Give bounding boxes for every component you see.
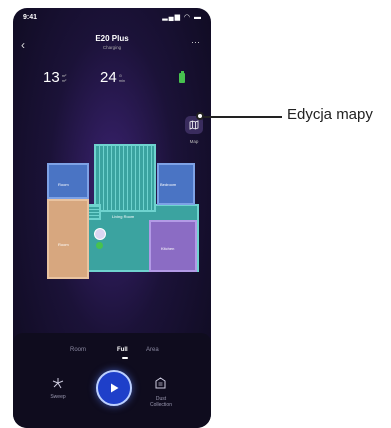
sweep-button[interactable]: [52, 376, 64, 394]
room-left-bottom[interactable]: [47, 199, 89, 279]
bedroom-label: Bedroom: [160, 182, 177, 187]
room-left-top-label: Room: [58, 182, 69, 187]
room-living-room-upper[interactable]: [94, 144, 156, 212]
robot-icon: [94, 228, 106, 240]
area-value: 13: [43, 69, 60, 86]
time-value: 24: [100, 69, 117, 86]
callout-marker: [196, 112, 204, 120]
status-time: 9:41: [23, 14, 38, 21]
room-left-top[interactable]: [47, 163, 89, 199]
map-icon: [189, 120, 199, 130]
dust-bin-icon: [155, 377, 166, 389]
more-menu-button[interactable]: ···: [191, 37, 200, 47]
device-title: E20 Plus: [95, 34, 129, 43]
play-icon: [111, 383, 119, 393]
battery-icon: [179, 71, 185, 83]
sweep-label: Sweep: [50, 394, 66, 400]
dust-label-2: Collection: [150, 402, 172, 408]
room-left-bottom-label: Room: [58, 242, 69, 247]
time-unit: min: [118, 78, 126, 83]
floor-map[interactable]: Living Room Room Room Bedroom Kitchen: [33, 141, 199, 281]
active-mode-indicator: [122, 357, 128, 359]
kitchen-label: Kitchen: [161, 246, 175, 251]
mode-tab-area[interactable]: Area: [146, 347, 159, 353]
dust-collection-button[interactable]: [155, 376, 166, 394]
device-status: Charging: [102, 45, 122, 50]
sweep-icon: [52, 378, 64, 389]
status-bar: 9:41 ▂▄▆ ◠ ▬: [13, 8, 211, 28]
signal-wifi-battery-icon: ▂▄▆ ◠ ▬: [162, 14, 202, 21]
start-cleaning-button[interactable]: [96, 370, 132, 406]
living-room-label: Living Room: [112, 214, 135, 219]
dock-icon: [96, 242, 103, 249]
area-unit-2: m²: [61, 78, 67, 83]
mode-tab-room[interactable]: Room: [70, 347, 86, 353]
mode-tab-full[interactable]: Full: [117, 347, 128, 353]
area-stat: 13 m² m²: [43, 69, 66, 86]
callout-text: Edycja mapy: [287, 106, 373, 123]
time-stat: 24 ⊙ min: [100, 69, 125, 86]
dust-collection-label: Dust Collection: [144, 396, 178, 408]
callout-line: [204, 116, 282, 118]
phone-screen: 9:41 ▂▄▆ ◠ ▬ ‹ E20 Plus Charging ··· 13 …: [13, 8, 211, 428]
